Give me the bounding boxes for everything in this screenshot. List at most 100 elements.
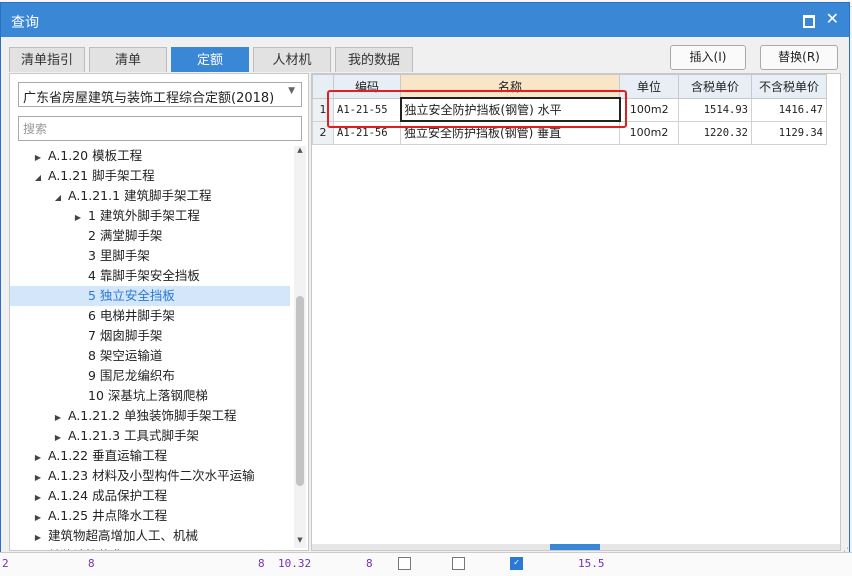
grid-horizontal-scrollbar[interactable] — [312, 544, 840, 550]
replace-button[interactable]: 替换(R) — [760, 45, 838, 70]
row-price-notax[interactable]: 1129.34 — [751, 120, 827, 145]
tree-item[interactable]: ▶ A.1.20 模板工程 — [10, 146, 290, 166]
tab-my-data[interactable]: 我的数据 — [335, 47, 413, 72]
tree-item[interactable]: 8 架空运输道 — [10, 346, 290, 366]
tree-item[interactable]: ◢ A.1.21.1 建筑脚手架工程 — [10, 186, 290, 206]
header-unit[interactable]: 单位 — [619, 74, 679, 99]
background-cell: 2 — [2, 557, 9, 570]
tab-quota[interactable]: 定额 — [171, 47, 249, 72]
tree-item[interactable]: ▶ A.1.21.2 单独装饰脚手架工程 — [10, 406, 290, 426]
search-input[interactable] — [18, 116, 302, 141]
background-cell: 8 — [88, 557, 95, 570]
tree-item-label: A.1.21 脚手架工程 — [48, 168, 155, 183]
tree-item[interactable]: 7 烟囱脚手架 — [10, 326, 290, 346]
tree-item-label: 1 建筑外脚手架工程 — [88, 208, 200, 223]
background-cell: 8 — [258, 557, 265, 570]
tree-item-label: A.1.25 井点降水工程 — [48, 508, 168, 523]
tree-item[interactable]: ▶ A.1.24 成品保护工程 — [10, 486, 290, 506]
background-checkbox[interactable] — [452, 557, 465, 570]
tab-list-guide[interactable]: 清单指引 — [9, 47, 85, 72]
collapse-arrow-icon[interactable]: ◢ — [52, 188, 64, 208]
tree-item[interactable]: 4 靠脚手架安全挡板 — [10, 266, 290, 286]
background-checkbox[interactable] — [398, 557, 411, 570]
quota-list-panel: 编码 名称 单位 含税单价 不含税单价 1 A1-21-55 独立安全防护挡板(… — [311, 73, 841, 551]
tree-item-label: 建筑物超高增加人工、机械 — [48, 528, 199, 543]
tree-item-label: 4 靠脚手架安全挡板 — [88, 268, 200, 283]
row-code[interactable]: A1-21-55 — [333, 97, 401, 122]
tree-item-label: 6 电梯井脚手架 — [88, 308, 175, 323]
tree-item-label: A.1.24 成品保护工程 — [48, 488, 168, 503]
row-price-tax[interactable]: 1220.32 — [678, 120, 752, 145]
row-price-notax[interactable]: 1416.47 — [751, 97, 827, 122]
tree-item-label: 9 围尼龙编织布 — [88, 368, 175, 383]
scroll-thumb[interactable] — [296, 296, 304, 486]
expand-arrow-icon[interactable]: ▶ — [32, 448, 44, 468]
header-code[interactable]: 编码 — [333, 74, 401, 99]
table-row[interactable]: 1 A1-21-55 独立安全防护挡板(钢管) 水平 100m2 1514.93… — [312, 97, 827, 122]
tree-item-label: A.1.20 模板工程 — [48, 148, 143, 163]
tree-item[interactable]: 9 围尼龙编织布 — [10, 366, 290, 386]
close-icon[interactable]: ✕ — [826, 9, 839, 28]
tree-item[interactable]: ▶ 单独计算的费用 — [10, 546, 290, 550]
tree-scrollbar[interactable]: ▲ ▼ — [294, 146, 306, 548]
tree-item[interactable]: ▶ 1 建筑外脚手架工程 — [10, 206, 290, 226]
tree-item[interactable]: ▶ A.1.23 材料及小型构件二次水平运输 — [10, 466, 290, 486]
tree-item[interactable]: ▶ A.1.22 垂直运输工程 — [10, 446, 290, 466]
table-row[interactable]: 2 A1-21-56 独立安全防护挡板(钢管) 垂直 100m2 1220.32… — [312, 120, 827, 145]
background-table-row: 2 8 8 10.32 8 ✓ 15.5 — [0, 552, 852, 576]
expand-arrow-icon[interactable]: ▶ — [32, 548, 44, 550]
tab-list[interactable]: 清单 — [89, 47, 167, 72]
maximize-icon[interactable] — [803, 15, 815, 28]
tree-item-label: A.1.22 垂直运输工程 — [48, 448, 168, 463]
tree-item[interactable]: ▶ 建筑物超高增加人工、机械 — [10, 526, 290, 546]
expand-arrow-icon[interactable]: ▶ — [32, 148, 44, 168]
header-price-tax[interactable]: 含税单价 — [678, 74, 752, 99]
expand-arrow-icon[interactable]: ▶ — [32, 488, 44, 508]
quota-table: 编码 名称 单位 含税单价 不含税单价 1 A1-21-55 独立安全防护挡板(… — [312, 74, 827, 145]
tree-item-label: 3 里脚手架 — [88, 248, 150, 263]
expand-arrow-icon[interactable]: ▶ — [52, 428, 64, 448]
scroll-thumb[interactable] — [550, 544, 600, 550]
expand-arrow-icon[interactable]: ▶ — [32, 528, 44, 548]
tree-item[interactable]: 5 独立安全挡板 — [10, 286, 290, 306]
background-checkbox-checked[interactable]: ✓ — [510, 557, 523, 570]
expand-arrow-icon[interactable]: ▶ — [52, 408, 64, 428]
scroll-down-icon[interactable]: ▼ — [294, 536, 306, 548]
tree-item-label: A.1.21.3 工具式脚手架 — [68, 428, 200, 443]
tree-item[interactable]: ◢ A.1.21 脚手架工程 — [10, 166, 290, 186]
quota-tree: ▶ A.1.20 模板工程 ◢ A.1.21 脚手架工程 ◢ A.1.21.1 建筑脚手架… — [10, 146, 290, 550]
header-name[interactable]: 名称 — [400, 74, 620, 99]
query-dialog: 查询 ✕ 清单指引 清单 定额 人材机 我的数据 插入(I) 替换(R) 广东省… — [0, 2, 850, 558]
title-bar: 查询 ✕ — [1, 3, 849, 37]
tree-item[interactable]: 3 里脚手架 — [10, 246, 290, 266]
row-price-tax[interactable]: 1514.93 — [678, 97, 752, 122]
row-name[interactable]: 独立安全防护挡板(钢管) 水平 — [399, 97, 621, 122]
row-unit[interactable]: 100m2 — [619, 97, 679, 122]
header-index — [312, 74, 334, 99]
table-header-row: 编码 名称 单位 含税单价 不含税单价 — [312, 74, 827, 99]
row-index: 1 — [312, 97, 334, 122]
tree-item-label: A.1.21.1 建筑脚手架工程 — [68, 188, 212, 203]
tree-item[interactable]: ▶ A.1.21.3 工具式脚手架 — [10, 426, 290, 446]
tree-item-label: A.1.23 材料及小型构件二次水平运输 — [48, 468, 255, 483]
row-name[interactable]: 独立安全防护挡板(钢管) 垂直 — [400, 120, 620, 145]
dialog-title: 查询 — [11, 15, 39, 31]
expand-arrow-icon[interactable]: ▶ — [32, 468, 44, 488]
header-price-notax[interactable]: 不含税单价 — [751, 74, 827, 99]
collapse-arrow-icon[interactable]: ◢ — [32, 168, 44, 188]
chevron-down-icon: ▼ — [288, 86, 295, 96]
tree-item[interactable]: 6 电梯井脚手架 — [10, 306, 290, 326]
row-unit[interactable]: 100m2 — [619, 120, 679, 145]
row-code[interactable]: A1-21-56 — [333, 120, 401, 145]
tab-labor-material-machine[interactable]: 人材机 — [253, 47, 331, 72]
tree-item-label: 5 独立安全挡板 — [88, 288, 175, 303]
tree-item[interactable]: 10 深基坑上落钢爬梯 — [10, 386, 290, 406]
insert-button[interactable]: 插入(I) — [670, 45, 746, 70]
scroll-up-icon[interactable]: ▲ — [294, 146, 306, 158]
expand-arrow-icon[interactable]: ▶ — [72, 208, 84, 228]
expand-arrow-icon[interactable]: ▶ — [32, 508, 44, 528]
background-cell: 10.32 — [278, 557, 312, 570]
quota-library-dropdown[interactable]: 广东省房屋建筑与装饰工程综合定额(2018) ▼ — [18, 82, 302, 107]
tree-item[interactable]: ▶ A.1.25 井点降水工程 — [10, 506, 290, 526]
tree-item[interactable]: 2 满堂脚手架 — [10, 226, 290, 246]
